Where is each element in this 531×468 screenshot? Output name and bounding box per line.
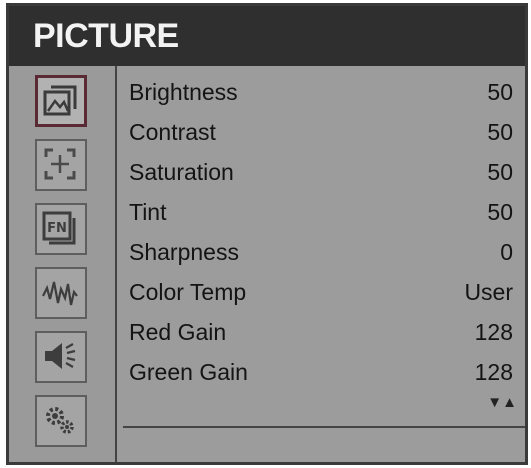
menu-item-saturation[interactable]: Saturation 50 <box>117 154 525 194</box>
audio-icon <box>45 343 76 369</box>
tab-waveform[interactable] <box>35 267 87 319</box>
category-sidebar: FN <box>9 66 117 462</box>
item-value: 0 <box>500 239 513 265</box>
tab-settings[interactable] <box>35 395 87 447</box>
item-label: Saturation <box>129 159 234 185</box>
item-value: 128 <box>474 319 513 345</box>
scroll-indicator-icon[interactable]: ▼▲ <box>487 394 517 412</box>
picture-icon <box>43 85 77 116</box>
item-value: 50 <box>487 159 513 185</box>
item-value: 50 <box>487 199 513 225</box>
tab-picture[interactable] <box>35 75 87 127</box>
svg-text:FN: FN <box>47 221 67 236</box>
waveform-icon <box>42 281 78 306</box>
menu-item-brightness[interactable]: Brightness 50 <box>117 74 525 114</box>
settings-list: Brightness 50 Contrast 50 Saturation 50 … <box>117 66 525 462</box>
settings-icon <box>46 407 74 434</box>
item-label: Color Temp <box>129 279 247 305</box>
menu-item-contrast[interactable]: Contrast 50 <box>117 114 525 154</box>
menu-item-red-gain[interactable]: Red Gain 128 <box>117 314 525 354</box>
menu-item-tint[interactable]: Tint 50 <box>117 194 525 234</box>
item-value: 50 <box>487 79 513 105</box>
marker-icon <box>44 148 76 180</box>
item-label: Green Gain <box>129 359 248 385</box>
title-bar: PICTURE <box>9 6 525 66</box>
menu-title: PICTURE <box>33 17 179 55</box>
menu-item-green-gain[interactable]: Green Gain 128 <box>117 354 525 394</box>
divider <box>123 426 525 428</box>
item-label: Sharpness <box>129 239 239 265</box>
item-value: 50 <box>487 119 513 145</box>
tab-audio[interactable] <box>35 331 87 383</box>
tab-marker[interactable] <box>35 139 87 191</box>
tab-function-keys[interactable]: FN <box>35 203 87 255</box>
item-label: Brightness <box>129 79 238 105</box>
function-key-icon: FN <box>42 211 76 245</box>
item-label: Red Gain <box>129 319 227 345</box>
item-value: 128 <box>474 359 513 385</box>
item-label: Tint <box>129 199 167 225</box>
item-label: Contrast <box>129 119 216 145</box>
menu-item-sharpness[interactable]: Sharpness 0 <box>117 234 525 274</box>
osd-menu: PICTURE FN Brightness 50 Contrast 50 Sat… <box>6 3 528 465</box>
menu-item-color-temp[interactable]: Color Temp User <box>117 274 525 314</box>
item-value: User <box>464 279 513 305</box>
